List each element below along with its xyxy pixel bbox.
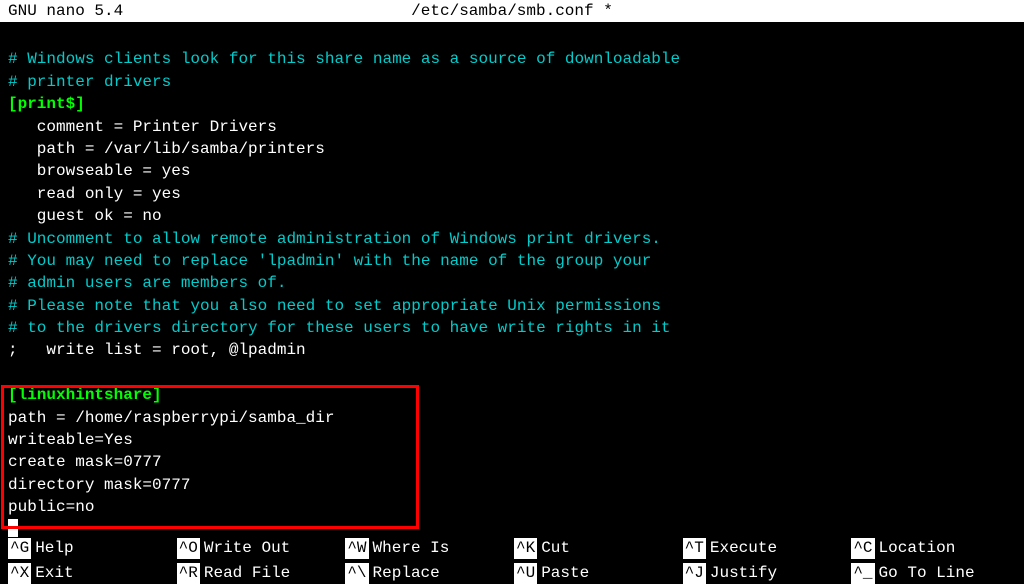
help-key: ^T: [683, 538, 706, 559]
editor-line: [8, 26, 1016, 48]
help-label: Read File: [204, 563, 290, 584]
editor-line: # You may need to replace 'lpadmin' with…: [8, 250, 1016, 272]
help-item: ^OWrite Out: [177, 538, 342, 559]
help-label: Write Out: [204, 538, 290, 559]
editor-line: # Windows clients look for this share na…: [8, 48, 1016, 70]
editor-line: path = /home/raspberrypi/samba_dir: [8, 407, 1016, 429]
help-item: ^RRead File: [177, 563, 342, 584]
help-key: ^O: [177, 538, 200, 559]
help-key: ^C: [851, 538, 874, 559]
help-item: ^WWhere Is: [345, 538, 510, 559]
help-label: Paste: [541, 563, 589, 584]
titlebar: GNU nano 5.4 /etc/samba/smb.conf *: [0, 0, 1024, 22]
help-label: Help: [35, 538, 73, 559]
editor-line: path = /var/lib/samba/printers: [8, 138, 1016, 160]
help-item: ^UPaste: [514, 563, 679, 584]
editor-line: create mask=0777: [8, 451, 1016, 473]
editor-line: [linuxhintshare]: [8, 384, 1016, 406]
editor-line: directory mask=0777: [8, 474, 1016, 496]
app-name: GNU nano 5.4: [8, 2, 123, 20]
help-item: ^TExecute: [683, 538, 848, 559]
editor-line: # printer drivers: [8, 71, 1016, 93]
help-key: ^J: [683, 563, 706, 584]
help-label: Execute: [710, 538, 777, 559]
help-label: Exit: [35, 563, 73, 584]
help-label: Location: [879, 538, 956, 559]
help-key: ^U: [514, 563, 537, 584]
cursor: [8, 519, 18, 537]
help-label: Cut: [541, 538, 570, 559]
help-item: ^\Replace: [345, 563, 510, 584]
editor-line: writeable=Yes: [8, 429, 1016, 451]
editor-line: browseable = yes: [8, 160, 1016, 182]
editor-line: comment = Printer Drivers: [8, 116, 1016, 138]
help-key: ^\: [345, 563, 368, 584]
help-bar: ^GHelp^OWrite Out^WWhere Is^KCut^TExecut…: [0, 538, 1024, 584]
file-path: /etc/samba/smb.conf *: [411, 2, 613, 20]
editor-content[interactable]: # Windows clients look for this share na…: [0, 22, 1024, 548]
help-label: Where Is: [373, 538, 450, 559]
help-key: ^G: [8, 538, 31, 559]
help-item: ^JJustify: [683, 563, 848, 584]
editor-line: # Uncomment to allow remote administrati…: [8, 228, 1016, 250]
help-label: Replace: [373, 563, 440, 584]
help-key: ^X: [8, 563, 31, 584]
editor-line: public=no: [8, 496, 1016, 518]
help-item: ^GHelp: [8, 538, 173, 559]
help-label: Justify: [710, 563, 777, 584]
help-label: Go To Line: [879, 563, 975, 584]
help-key: ^W: [345, 538, 368, 559]
help-key: ^R: [177, 563, 200, 584]
editor-line: [print$]: [8, 93, 1016, 115]
help-item: ^CLocation: [851, 538, 1016, 559]
help-key: ^_: [851, 563, 874, 584]
help-item: ^_Go To Line: [851, 563, 1016, 584]
help-key: ^K: [514, 538, 537, 559]
editor-line: # to the drivers directory for these use…: [8, 317, 1016, 339]
help-item: ^KCut: [514, 538, 679, 559]
editor-line: read only = yes: [8, 183, 1016, 205]
editor-line: # admin users are members of.: [8, 272, 1016, 294]
editor-line: # Please note that you also need to set …: [8, 295, 1016, 317]
editor-line: [8, 362, 1016, 384]
editor-line: ; write list = root, @lpadmin: [8, 339, 1016, 361]
editor-line: guest ok = no: [8, 205, 1016, 227]
help-item: ^XExit: [8, 563, 173, 584]
